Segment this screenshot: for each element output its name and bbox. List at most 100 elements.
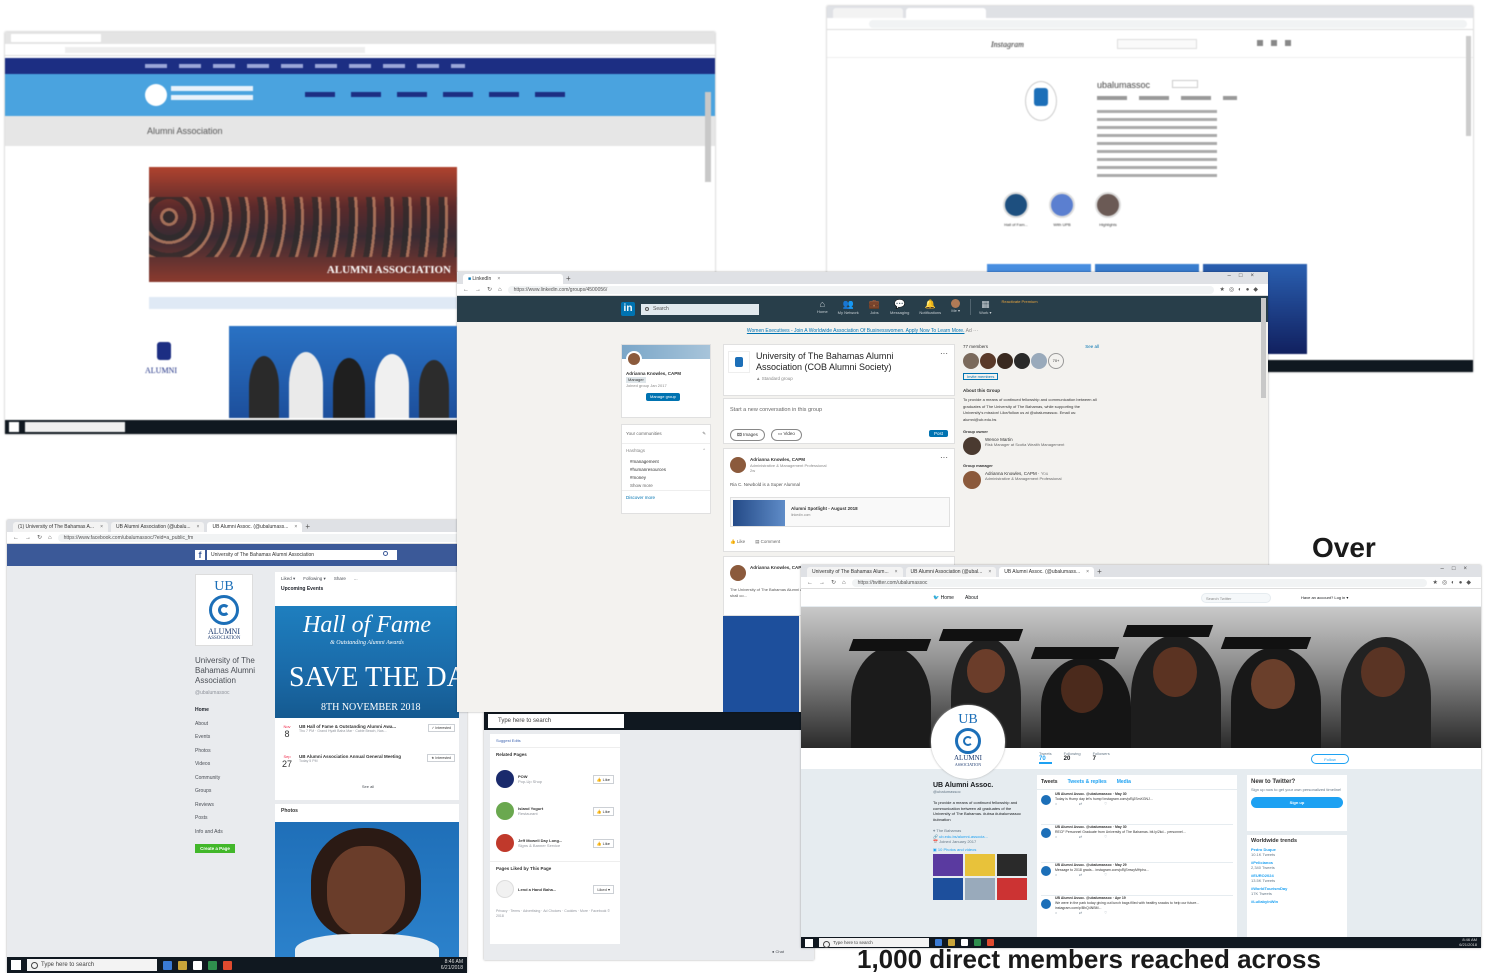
like-button[interactable]: 👍 Like bbox=[592, 774, 614, 784]
nav-jobs[interactable]: 💼 Jobs bbox=[869, 299, 880, 315]
windows-start-icon[interactable] bbox=[11, 960, 21, 970]
profile-avatar[interactable]: UB ALUMNI ASSOCIATION bbox=[931, 705, 1005, 779]
tab-media[interactable]: Media bbox=[1117, 779, 1131, 785]
new-tab-icon[interactable]: + bbox=[305, 522, 310, 532]
trend-item[interactable]: #EURO2024 13.5K Tweets bbox=[1251, 873, 1343, 883]
discover-more-link[interactable]: Discover more bbox=[622, 490, 710, 504]
tab[interactable]: University of The Bahamas Alum... × bbox=[807, 567, 903, 577]
home-icon[interactable]: ⌂ bbox=[48, 535, 52, 541]
menu-item-info-ads[interactable]: Info and Ads bbox=[195, 826, 265, 840]
login-link[interactable]: Have an account? Log in ▾ bbox=[1301, 595, 1348, 600]
windows-start-icon[interactable] bbox=[805, 938, 813, 947]
highlight-item[interactable]: Hall of Fam... bbox=[1003, 192, 1029, 227]
nav-messaging[interactable]: 💬 Messaging bbox=[890, 299, 909, 315]
menu-item-community[interactable]: Community bbox=[195, 772, 265, 786]
nav-about[interactable]: About bbox=[965, 595, 978, 601]
url-field[interactable]: https://twitter.com/ubalumassoc bbox=[851, 578, 1427, 587]
stat-following[interactable]: Following 20 bbox=[1064, 751, 1081, 764]
tab[interactable]: UB Alumni Association (@ubalu... × bbox=[110, 522, 205, 532]
nav-work[interactable]: ▦ Work ▾ bbox=[970, 299, 992, 315]
see-all-link[interactable]: See all bbox=[281, 784, 455, 789]
taskbar-search[interactable] bbox=[25, 422, 125, 432]
nav-me[interactable]: Me ▾ bbox=[951, 299, 961, 315]
trend-item[interactable]: #Pelicianos 2,340 Tweets bbox=[1251, 860, 1343, 870]
ub-main-nav[interactable] bbox=[305, 92, 565, 97]
system-clock[interactable]: 8:46 AM 6/21/2018 bbox=[1459, 937, 1477, 947]
forward-icon[interactable]: → bbox=[475, 287, 481, 293]
twitter-search-input[interactable]: Search Twitter bbox=[1201, 593, 1271, 603]
back-icon[interactable]: ← bbox=[13, 535, 19, 541]
explorer-icon[interactable] bbox=[178, 960, 187, 970]
address-bar[interactable]: ← → ↻ ⌂ https://twitter.com/ubalumassoc ★◎◐… bbox=[801, 577, 1481, 589]
manage-group-button[interactable]: Manage group bbox=[646, 393, 680, 401]
list-item[interactable]: Island Yogurt Restaurant 👍 Like bbox=[496, 795, 614, 827]
new-tab-icon[interactable]: + bbox=[1097, 567, 1102, 577]
hashtag-item[interactable]: #money bbox=[630, 474, 702, 482]
facebook-logo-icon[interactable]: f bbox=[195, 550, 205, 560]
suggest-edits-link[interactable]: Suggest Edits bbox=[490, 734, 620, 747]
group-manager[interactable]: Adrianna Knowles, CAPM · You Administrati… bbox=[963, 471, 1099, 489]
comment-button[interactable]: ▤ Comment bbox=[755, 539, 780, 545]
taskbar-search[interactable]: Type here to search bbox=[27, 959, 157, 971]
interested-button[interactable]: ✓ Interested bbox=[427, 724, 455, 732]
system-clock[interactable]: 8:46 AM 6/21/2018 bbox=[441, 959, 463, 971]
menu-item-videos[interactable]: Videos bbox=[195, 758, 265, 772]
home-icon[interactable]: ⌂ bbox=[498, 287, 502, 293]
address-bar[interactable]: ← → ↻ ⌂ https://www.facebook.com/ubalumasso… bbox=[7, 532, 467, 544]
list-item[interactable]: Lend a Hand Baha... Liked ▾ bbox=[490, 875, 620, 903]
menu-item-groups[interactable]: Groups bbox=[195, 785, 265, 799]
event-row[interactable]: Sep 27 UB Alumni Association Annual Gener… bbox=[281, 754, 455, 784]
menu-item-reviews[interactable]: Reviews bbox=[195, 799, 265, 813]
like-button[interactable]: 👍 Like bbox=[592, 806, 614, 816]
images-button[interactable]: 🖾 Images bbox=[730, 429, 765, 441]
trend-item[interactable]: #LullabyInWin bbox=[1251, 899, 1343, 904]
forward-icon[interactable]: → bbox=[819, 580, 825, 586]
nav-home[interactable]: 🐦 Home bbox=[933, 595, 954, 601]
trend-item[interactable]: #WorldTourismDay 17K Tweets bbox=[1251, 886, 1343, 896]
menu-item-about[interactable]: About bbox=[195, 718, 265, 732]
avatar[interactable] bbox=[730, 457, 746, 473]
search-icon[interactable] bbox=[383, 551, 388, 556]
see-all-link[interactable]: See all bbox=[1085, 344, 1099, 349]
tab[interactable]: UB Alumni Assoc. (@ubalumass... × bbox=[999, 567, 1095, 577]
scrollbar[interactable] bbox=[705, 92, 711, 182]
scrollbar[interactable] bbox=[1261, 298, 1266, 398]
instagram-nav-icons[interactable] bbox=[1257, 40, 1297, 46]
address-bar[interactable]: ← → ↻ ⌂ https://www.linkedin.com/groups/450… bbox=[457, 284, 1268, 296]
ub-top-nav[interactable] bbox=[5, 58, 715, 74]
tab[interactable]: (1) University of The Bahamas A... × bbox=[13, 522, 108, 532]
follow-button[interactable]: Follow bbox=[1311, 754, 1349, 764]
chrome-icon[interactable] bbox=[223, 960, 232, 970]
window-controls[interactable]: –□× bbox=[1441, 566, 1475, 572]
post-image[interactable] bbox=[723, 616, 799, 712]
more-icon[interactable]: ··· bbox=[940, 349, 948, 358]
tweet[interactable]: UB Alumni Assoc. @ubalumassoc · May 30 To… bbox=[1041, 792, 1233, 825]
trend-item[interactable]: Pedro Duque 10.1K Tweets bbox=[1251, 847, 1343, 857]
nav-my-network[interactable]: 👥 My Network bbox=[838, 299, 859, 315]
event-row[interactable]: Nov 8 UB Hall of Fame & Outstanding Alumn… bbox=[281, 724, 455, 754]
liked-button[interactable]: Liked ▾ bbox=[281, 576, 295, 582]
show-more-link[interactable]: Show more bbox=[630, 482, 702, 490]
media-thumbnails[interactable] bbox=[933, 854, 1029, 900]
list-item[interactable]: POW Pop-Up Shop 👍 Like bbox=[496, 763, 614, 795]
tweet[interactable]: UB Alumni Assoc. @ubalumassoc · May 30 RE… bbox=[1041, 825, 1233, 863]
window-controls[interactable]: –□× bbox=[1228, 273, 1262, 279]
highlight-item[interactable]: With UPB bbox=[1049, 192, 1075, 227]
excel-icon[interactable] bbox=[208, 960, 217, 970]
group-owner[interactable]: Wence Martin Risk Manager at Scotia Wealt… bbox=[963, 437, 1099, 455]
liked-button[interactable]: Liked ▾ bbox=[593, 884, 614, 894]
url-field[interactable]: https://www.facebook.com/ubalumassoc/?ei… bbox=[57, 533, 461, 542]
menu-item-posts[interactable]: Posts bbox=[195, 812, 265, 826]
stat-tweets[interactable]: Tweets 70 bbox=[1039, 751, 1052, 764]
linkedin-logo-icon[interactable]: in bbox=[621, 302, 635, 316]
interested-button[interactable]: ★ Interested bbox=[427, 754, 455, 762]
profile-photo[interactable] bbox=[275, 822, 459, 962]
new-tab-icon[interactable]: + bbox=[566, 274, 571, 284]
like-button[interactable]: 👍 Like bbox=[730, 539, 745, 545]
edit-icon[interactable]: ✎ bbox=[702, 431, 706, 437]
nav-notifications[interactable]: 🔔 Notifications bbox=[919, 299, 941, 315]
create-page-button[interactable]: Create a Page bbox=[195, 844, 235, 853]
video-button[interactable]: ▭ Video bbox=[770, 429, 802, 441]
tab-tweets-replies[interactable]: Tweets & replies bbox=[1068, 779, 1107, 785]
chat-button[interactable]: ● Chat bbox=[772, 949, 784, 954]
